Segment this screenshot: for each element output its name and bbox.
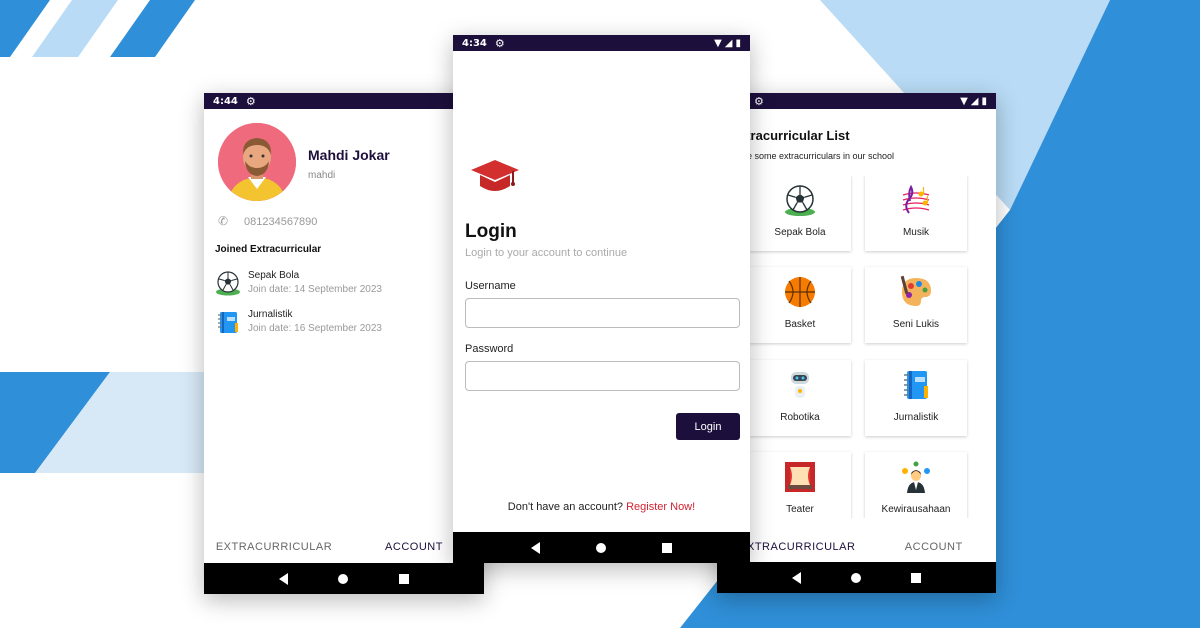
wifi-icon: ▼: [714, 37, 722, 49]
register-prompt-text: Don't have an account?: [507, 501, 624, 513]
wifi-icon: ▼: [960, 95, 968, 107]
back-icon[interactable]: [792, 571, 801, 584]
music-notes-icon: [902, 184, 930, 214]
password-label: Password: [465, 343, 514, 355]
notebook-icon: [904, 371, 928, 399]
joined-item-name: Jurnalistik: [248, 309, 293, 320]
gear-icon: ⚙: [245, 94, 256, 108]
status-bar: 4:44 ⚙: [204, 93, 484, 109]
soccer-ball-icon: [216, 271, 240, 296]
notebook-icon: [218, 312, 238, 333]
joined-item-date: Join date: 14 September 2023: [248, 284, 382, 295]
login-screen: 4:34 ⚙ ▼ ◢ ▮ Login Login to your account…: [453, 35, 750, 563]
recents-icon[interactable]: [662, 542, 672, 553]
joined-item-date: Join date: 16 September 2023: [248, 323, 382, 334]
system-nav-bar: [717, 562, 996, 593]
bottom-tabs: EXTRACURRICULAR ACCOUNT: [204, 532, 484, 562]
soccer-ball-icon: [785, 185, 815, 216]
graduation-cap-icon: [471, 160, 519, 191]
card-label: Robotika: [780, 412, 820, 423]
tab-extracurricular[interactable]: EXTRACURRICULAR: [204, 532, 344, 562]
extracurricular-list-screen: ⚙ ▼ ◢ ▮ xtracurricular List ore some ext…: [717, 93, 996, 593]
back-icon[interactable]: [531, 541, 540, 554]
page-title: xtracurricular List: [739, 128, 850, 143]
phone-number: 081234567890: [244, 216, 318, 228]
register-link[interactable]: Register Now!: [626, 501, 695, 513]
robot-icon: [791, 372, 809, 398]
card-label: Musik: [902, 227, 930, 238]
page-title: Login: [465, 221, 517, 242]
card-label: Sepak Bola: [774, 227, 826, 238]
palette-icon: [900, 275, 931, 306]
joined-heading: Joined Extracurricular: [215, 244, 322, 255]
card-label: Basket: [784, 319, 816, 330]
theater-stage-icon: [785, 462, 815, 492]
back-icon[interactable]: [279, 572, 289, 585]
account-screen: 4:44 ⚙ Mahdi Jokar mahdi ✆ 081234567890 …: [204, 93, 484, 594]
extracurricular-card[interactable]: Jurnalistik: [865, 360, 967, 436]
extracurricular-card[interactable]: Robotika: [749, 360, 851, 436]
bottom-tabs: XTRACURRICULAR ACCOUNT: [717, 532, 996, 562]
page-subtitle: Login to your account to continue: [465, 247, 628, 259]
signal-icon: ◢: [970, 95, 979, 107]
signal-icon: ◢: [724, 37, 733, 49]
gear-icon: ⚙: [494, 36, 505, 50]
tab-account[interactable]: ACCOUNT: [872, 532, 997, 562]
register-prompt: Don't have an account? Register Now!: [453, 501, 750, 513]
recents-icon[interactable]: [911, 572, 921, 583]
status-time: 4:44: [213, 95, 238, 107]
profile-username: mahdi: [308, 170, 336, 181]
entrepreneur-icon: [902, 461, 930, 493]
status-bar: ⚙ ▼ ◢ ▮: [717, 93, 996, 109]
extracurricular-card[interactable]: Sepak Bola: [749, 175, 851, 251]
system-nav-bar: [204, 563, 484, 594]
home-icon[interactable]: [851, 572, 861, 583]
extracurricular-card[interactable]: Kewirausahaan: [865, 452, 967, 518]
card-label: Teater: [786, 504, 814, 515]
extracurricular-card[interactable]: Teater: [749, 452, 851, 518]
login-button[interactable]: Login: [676, 413, 740, 440]
basketball-icon: [785, 277, 815, 307]
gear-icon: ⚙: [754, 94, 764, 108]
recents-icon[interactable]: [398, 573, 409, 584]
extracurricular-grid: Sepak Bola Musik Basket Seni Lukis Robot…: [749, 175, 985, 518]
list-item[interactable]: Jurnalistik Join date: 16 September 2023: [215, 307, 475, 339]
profile-name: Mahdi Jokar: [308, 147, 390, 163]
extracurricular-card[interactable]: Musik: [865, 175, 967, 251]
card-label: Seni Lukis: [892, 319, 940, 330]
phone-icon: ✆: [218, 214, 229, 228]
username-label: Username: [465, 280, 516, 292]
battery-icon: ▮: [981, 95, 987, 107]
extracurricular-card[interactable]: Seni Lukis: [865, 267, 967, 343]
username-input[interactable]: [465, 298, 740, 328]
home-icon[interactable]: [596, 542, 606, 553]
home-icon[interactable]: [338, 573, 349, 584]
joined-item-name: Sepak Bola: [248, 270, 300, 281]
page-subtitle: ore some extracurriculars in our school: [739, 151, 895, 161]
card-label: Jurnalistik: [893, 412, 939, 423]
password-input[interactable]: [465, 361, 740, 391]
system-nav-bar: [453, 532, 750, 563]
status-time: 4:34: [462, 37, 487, 49]
extracurricular-card[interactable]: Basket: [749, 267, 851, 343]
battery-icon: ▮: [735, 37, 741, 49]
status-icons: ▼ ◢ ▮: [714, 38, 741, 49]
status-icons: ▼ ◢ ▮: [960, 96, 987, 107]
list-item[interactable]: Sepak Bola Join date: 14 September 2023: [215, 268, 475, 300]
avatar: [218, 123, 296, 201]
status-bar: 4:34 ⚙ ▼ ◢ ▮: [453, 35, 750, 51]
card-label: Kewirausahaan: [881, 504, 951, 515]
